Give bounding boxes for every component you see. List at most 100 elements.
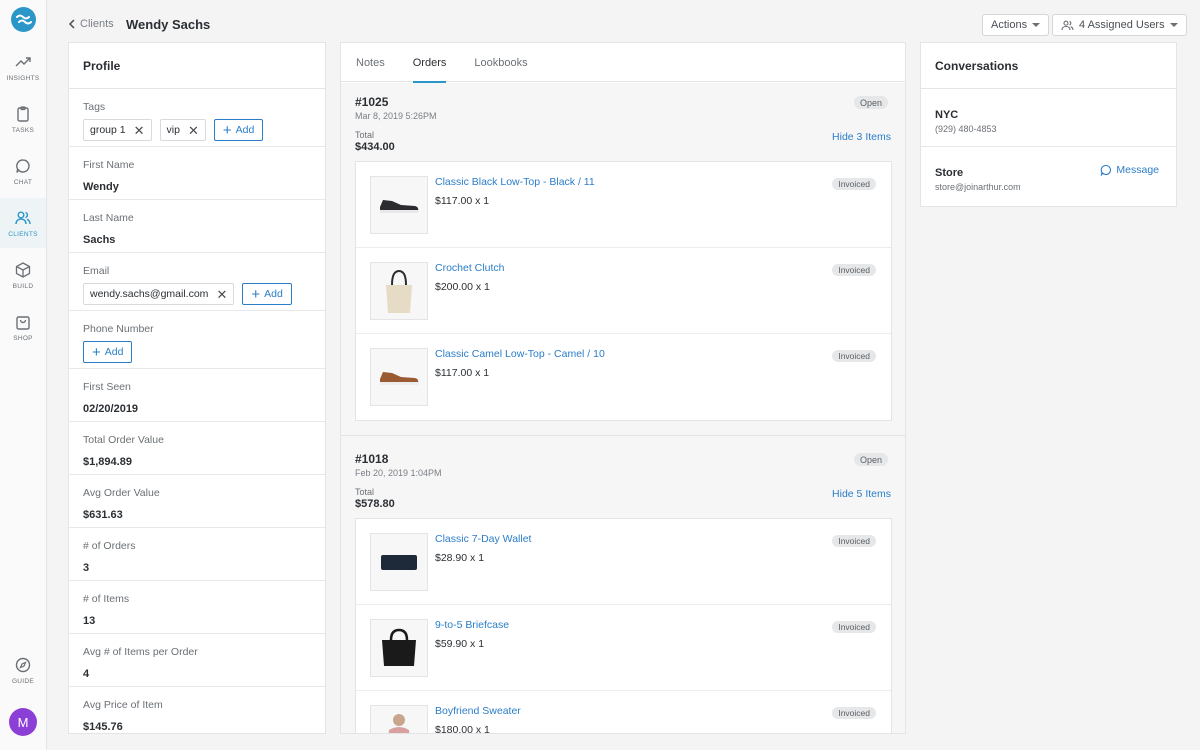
invoiced-badge: Invoiced bbox=[832, 621, 876, 633]
user-avatar[interactable]: M bbox=[9, 708, 37, 736]
profile-card: Profile Tags group 1 ✕ vip ✕ + Add First… bbox=[68, 42, 326, 734]
briefcase-icon bbox=[382, 628, 416, 666]
tags-row: Tags group 1 ✕ vip ✕ + Add bbox=[69, 89, 325, 147]
item-count-row: # of Items 13 bbox=[69, 581, 325, 634]
product-name-link[interactable]: Classic 7-Day Wallet bbox=[435, 533, 531, 545]
tags-label: Tags bbox=[83, 101, 106, 113]
product-thumbnail[interactable] bbox=[370, 619, 428, 677]
sweater-icon bbox=[388, 714, 410, 733]
product-name-link[interactable]: Classic Black Low-Top - Black / 11 bbox=[435, 176, 595, 188]
profile-title: Profile bbox=[69, 43, 325, 89]
product-price: $59.90 x 1 bbox=[435, 638, 485, 650]
nav-clients[interactable]: CLIENTS bbox=[0, 198, 46, 248]
compass-icon bbox=[15, 657, 31, 672]
actions-dropdown[interactable]: Actions bbox=[982, 14, 1050, 36]
order-items-list: Classic Black Low-Top - Black / 11 $117.… bbox=[355, 161, 892, 421]
remove-email-icon[interactable]: ✕ bbox=[216, 288, 227, 301]
order-status-badge: Open bbox=[853, 96, 888, 109]
cube-icon bbox=[15, 261, 31, 278]
actions-label: Actions bbox=[991, 19, 1028, 31]
product-price: $117.00 x 1 bbox=[435, 367, 490, 379]
app-logo[interactable] bbox=[11, 7, 36, 32]
nav-chat[interactable]: CHAT bbox=[0, 146, 46, 196]
order-number: #1018 bbox=[355, 452, 389, 466]
left-nav-rail: INSIGHTS TASKS CHAT CLIENTS BUILD SHOP G… bbox=[0, 0, 47, 750]
remove-tag-icon[interactable]: ✕ bbox=[188, 124, 199, 137]
conversation-item-store[interactable]: Store store@joinarthur.com Message bbox=[921, 147, 1176, 205]
product-name-link[interactable]: Classic Camel Low-Top - Camel / 10 bbox=[435, 348, 605, 360]
items-per-order-row: Avg # of Items per Order 4 bbox=[69, 634, 325, 687]
invoiced-badge: Invoiced bbox=[832, 264, 876, 276]
add-email-button[interactable]: + Add bbox=[242, 283, 292, 305]
tab-bar: Notes Orders Lookbooks bbox=[341, 43, 905, 83]
nav-shop[interactable]: SHOP bbox=[0, 302, 46, 352]
order-item: Crochet Clutch $200.00 x 1 Invoiced bbox=[356, 248, 891, 334]
last-name-row: Last Name Sachs bbox=[69, 200, 325, 253]
product-thumbnail[interactable] bbox=[370, 533, 428, 591]
product-price: $28.90 x 1 bbox=[435, 552, 485, 564]
users-icon bbox=[15, 211, 31, 224]
add-phone-button[interactable]: + Add bbox=[83, 341, 133, 363]
nav-tasks[interactable]: TASKS bbox=[0, 94, 46, 144]
nav-build[interactable]: BUILD bbox=[0, 250, 46, 300]
order-count-row: # of Orders 3 bbox=[69, 528, 325, 581]
tab-orders[interactable]: Orders bbox=[412, 43, 446, 83]
invoiced-badge: Invoiced bbox=[832, 535, 876, 547]
product-price: $200.00 x 1 bbox=[435, 281, 490, 293]
tag-chip: vip ✕ bbox=[159, 119, 206, 141]
order-block: #1025 Mar 8, 2019 5:26PM Open Total $434… bbox=[341, 83, 905, 436]
wave-logo-icon bbox=[15, 14, 32, 24]
trend-up-icon bbox=[15, 56, 31, 66]
conversation-item-nyc[interactable]: NYC (929) 480-4853 bbox=[921, 89, 1176, 147]
order-item: 9-to-5 Briefcase $59.90 x 1 Invoiced bbox=[356, 605, 891, 691]
first-name-value: Wendy bbox=[83, 181, 119, 193]
remove-tag-icon[interactable]: ✕ bbox=[134, 124, 145, 137]
chevron-down-icon bbox=[1032, 23, 1041, 27]
product-thumbnail[interactable] bbox=[370, 705, 428, 733]
conversations-title: Conversations bbox=[921, 43, 1176, 89]
hide-items-link[interactable]: Hide 3 Items bbox=[832, 131, 891, 143]
assigned-users-dropdown[interactable]: 4 Assigned Users bbox=[1052, 14, 1187, 36]
order-total-label: Total bbox=[355, 130, 375, 140]
orders-card: Notes Orders Lookbooks #1025 Mar 8, 2019… bbox=[340, 42, 906, 734]
product-thumbnail[interactable] bbox=[370, 348, 428, 406]
order-date: Mar 8, 2019 5:26PM bbox=[355, 111, 437, 121]
page-title: Wendy Sachs bbox=[126, 17, 211, 32]
plus-icon: + bbox=[222, 121, 232, 139]
plus-icon: + bbox=[92, 343, 101, 361]
hide-items-link[interactable]: Hide 5 Items bbox=[832, 488, 891, 500]
first-seen-row: First Seen 02/20/2019 bbox=[69, 369, 325, 422]
invoiced-badge: Invoiced bbox=[832, 178, 876, 190]
order-block: #1018 Feb 20, 2019 1:04PM Open Total $57… bbox=[341, 436, 905, 733]
product-name-link[interactable]: 9-to-5 Briefcase bbox=[435, 619, 509, 631]
order-status-badge: Open bbox=[853, 453, 888, 466]
product-thumbnail[interactable] bbox=[370, 262, 428, 320]
total-order-value-row: Total Order Value $1,894.89 bbox=[69, 422, 325, 475]
breadcrumb-back[interactable]: Clients bbox=[68, 18, 114, 30]
tab-notes[interactable]: Notes bbox=[356, 43, 385, 82]
order-date: Feb 20, 2019 1:04PM bbox=[355, 468, 442, 478]
last-name-value: Sachs bbox=[83, 234, 116, 246]
nav-insights[interactable]: INSIGHTS bbox=[0, 42, 46, 92]
wallet-icon bbox=[381, 555, 417, 570]
order-number: #1025 bbox=[355, 95, 389, 109]
clipboard-icon bbox=[17, 105, 29, 122]
email-chip: wendy.sachs@gmail.com ✕ bbox=[83, 283, 235, 305]
order-items-list: Classic 7-Day Wallet $28.90 x 1 Invoiced… bbox=[355, 518, 892, 733]
users-icon bbox=[1061, 20, 1074, 30]
tag-chip: group 1 ✕ bbox=[83, 119, 152, 141]
order-item: Classic Camel Low-Top - Camel / 10 $117.… bbox=[356, 334, 891, 420]
product-name-link[interactable]: Boyfriend Sweater bbox=[435, 705, 521, 717]
message-button[interactable]: Message bbox=[1100, 164, 1159, 176]
product-name-link[interactable]: Crochet Clutch bbox=[435, 262, 504, 274]
order-item: Classic Black Low-Top - Black / 11 $117.… bbox=[356, 162, 891, 248]
shopping-bag-icon bbox=[16, 315, 30, 330]
nav-guide[interactable]: GUIDE bbox=[0, 645, 46, 695]
tab-lookbooks[interactable]: Lookbooks bbox=[474, 43, 527, 82]
product-thumbnail[interactable] bbox=[370, 176, 428, 234]
phone-row: Phone Number + Add bbox=[69, 311, 325, 369]
add-tag-button[interactable]: + Add bbox=[213, 119, 264, 141]
black-sneaker-icon bbox=[380, 200, 419, 213]
conversations-card: Conversations NYC (929) 480-4853 Store s… bbox=[920, 42, 1177, 207]
avg-order-value-row: Avg Order Value $631.63 bbox=[69, 475, 325, 528]
